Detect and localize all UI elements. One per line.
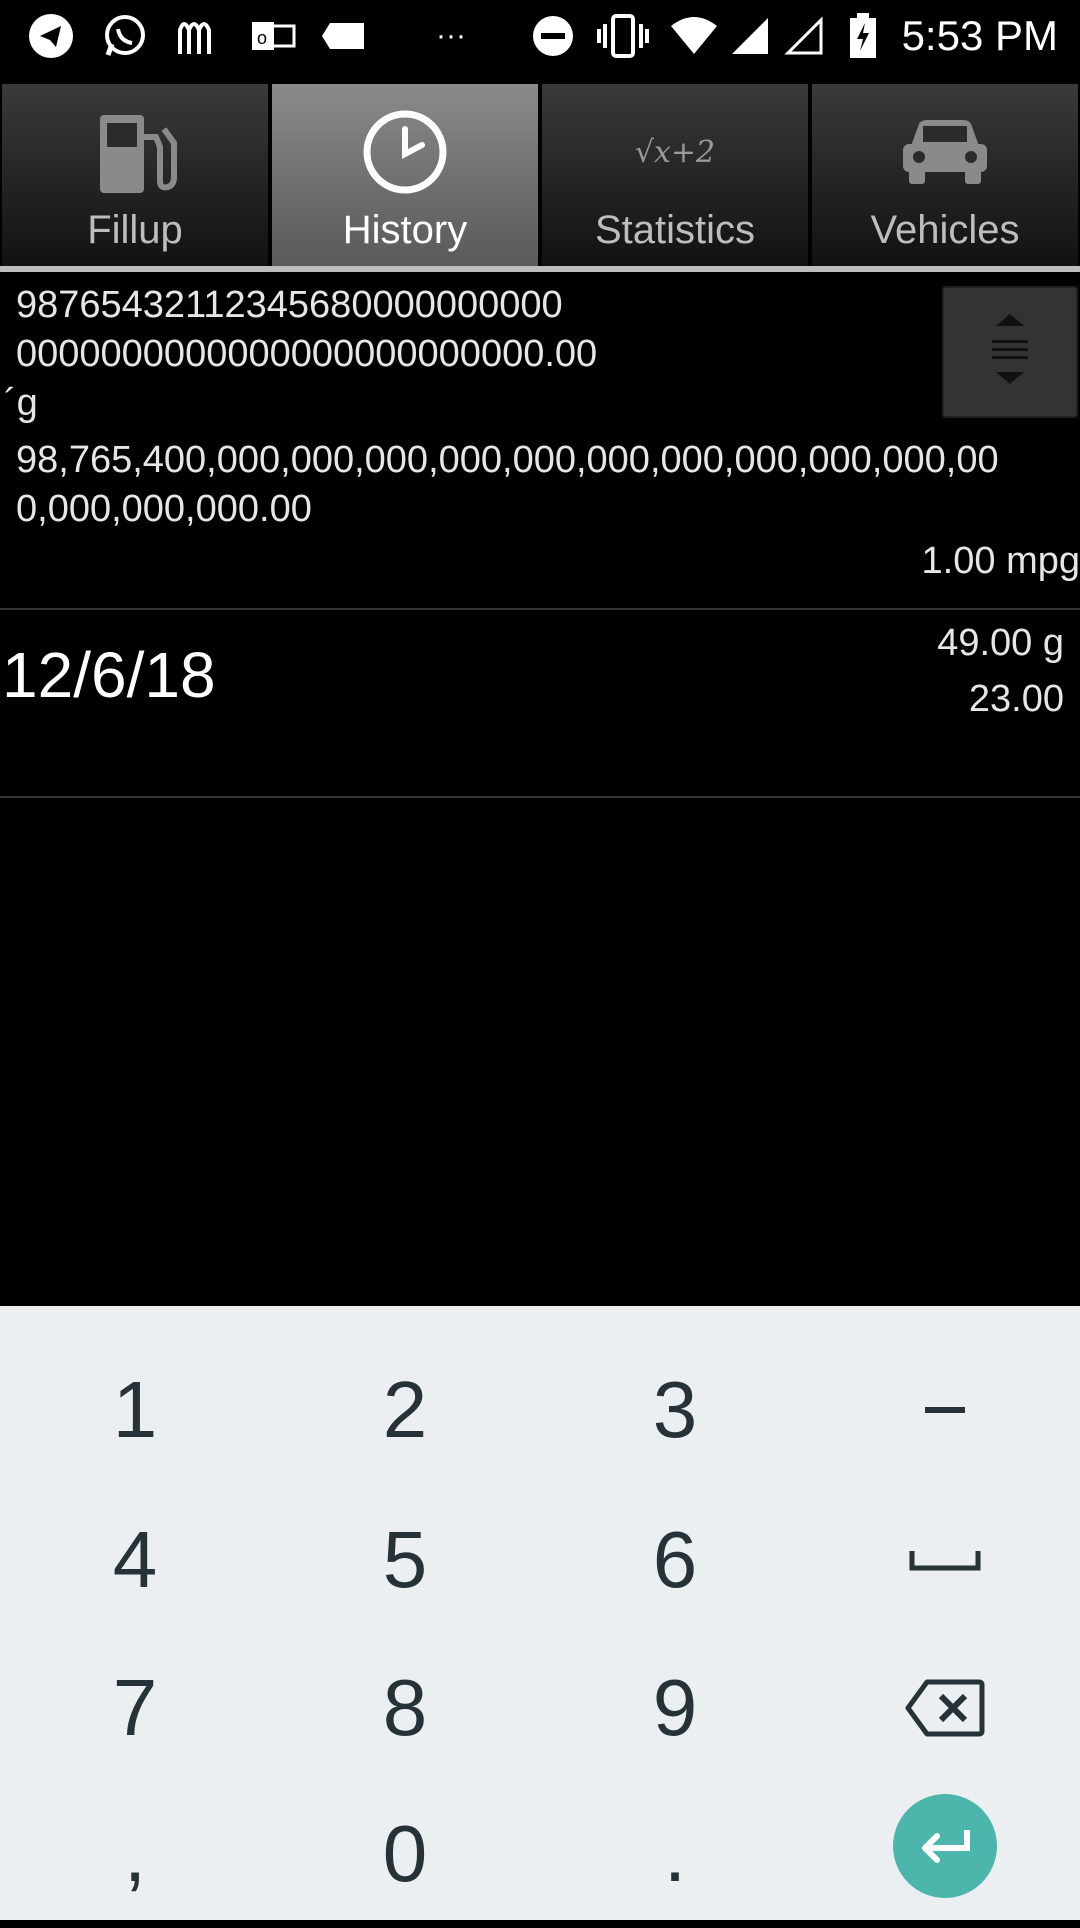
- whatsapp-icon: [100, 14, 150, 58]
- key-5[interactable]: 5: [270, 1486, 540, 1634]
- tab-label: History: [342, 208, 468, 252]
- key-enter[interactable]: [810, 1772, 1080, 1920]
- wifi-icon: [668, 14, 720, 58]
- telegram-icon: [26, 14, 76, 58]
- fast-scroll-handle[interactable]: [942, 286, 1078, 418]
- label-icon: [318, 14, 368, 58]
- tab-history[interactable]: History: [270, 84, 540, 268]
- signal-empty-icon: [782, 14, 826, 58]
- key-2[interactable]: 2: [270, 1336, 540, 1484]
- drag-handle-icon: [992, 314, 1028, 384]
- dnd-icon: [528, 14, 578, 58]
- tab-label: Statistics: [594, 208, 756, 252]
- efficiency-value: 1.00 mpg: [921, 540, 1080, 582]
- key-1[interactable]: 1: [0, 1336, 270, 1484]
- key-7[interactable]: 7: [0, 1634, 270, 1782]
- fuel-pump-icon: [2, 102, 268, 202]
- tab-vehicles[interactable]: Vehicles: [810, 84, 1080, 268]
- battery-charging-icon: [846, 13, 880, 58]
- svg-text:o: o: [257, 28, 267, 48]
- key-comma[interactable]: ,: [0, 1780, 270, 1928]
- enter-arrow-icon: [922, 1830, 970, 1863]
- key-0[interactable]: 0: [270, 1780, 540, 1928]
- key-9[interactable]: 9: [540, 1634, 810, 1782]
- tab-label: Vehicles: [870, 208, 1020, 252]
- entry-line: ´g: [4, 382, 38, 424]
- entry-line: 98,765,400,000,000,000,000,000,000,000,0…: [16, 439, 999, 481]
- history-entry[interactable]: 12/6/18 49.00 g 23.00: [0, 610, 1080, 798]
- key-3[interactable]: 3: [540, 1336, 810, 1484]
- key-minus[interactable]: [810, 1336, 1080, 1484]
- tab-bar: Fillup History √x+2 Statistics Vehicles: [0, 84, 1080, 268]
- clock-icon: [272, 102, 538, 202]
- entry-date: 12/6/18: [2, 639, 216, 711]
- tab-statistics[interactable]: √x+2 Statistics: [540, 84, 810, 268]
- tab-fillup[interactable]: Fillup: [0, 84, 270, 268]
- car-icon: [812, 102, 1078, 202]
- key-space[interactable]: [810, 1486, 1080, 1634]
- vibrate-icon: [596, 14, 650, 58]
- key-period[interactable]: .: [540, 1780, 810, 1928]
- key-8[interactable]: 8: [270, 1634, 540, 1782]
- entry-line: 98765432112345680000000000: [16, 284, 563, 326]
- tab-label: Fillup: [87, 208, 183, 252]
- entry-line: 0000000000000000000000000.00: [16, 333, 598, 375]
- key-6[interactable]: 6: [540, 1486, 810, 1634]
- more-dots-icon: ···: [436, 19, 466, 52]
- formula-icon: √x+2: [634, 134, 716, 170]
- minus-icon: [925, 1407, 965, 1413]
- outlook-icon: o: [248, 14, 298, 58]
- enter-button-circle: [893, 1794, 997, 1898]
- key-4[interactable]: 4: [0, 1486, 270, 1634]
- clock-time: 5:53 PM: [901, 12, 1058, 59]
- entry-line: 0,000,000,000.00: [16, 488, 312, 530]
- signal-icon: [728, 14, 772, 58]
- status-bar: o ··· 5:53 PM: [0, 0, 1080, 72]
- numeric-keyboard: 1 2 3 4 5 6 7 8 9 , 0 .: [0, 1306, 1080, 1920]
- mcdonalds-icon: [174, 14, 224, 58]
- key-backspace[interactable]: [810, 1634, 1080, 1782]
- backspace-icon: [905, 1679, 985, 1737]
- entry-price: 23.00: [968, 678, 1064, 720]
- space-bar-icon: [909, 1551, 981, 1571]
- entry-gallons: 49.00 g: [937, 622, 1064, 664]
